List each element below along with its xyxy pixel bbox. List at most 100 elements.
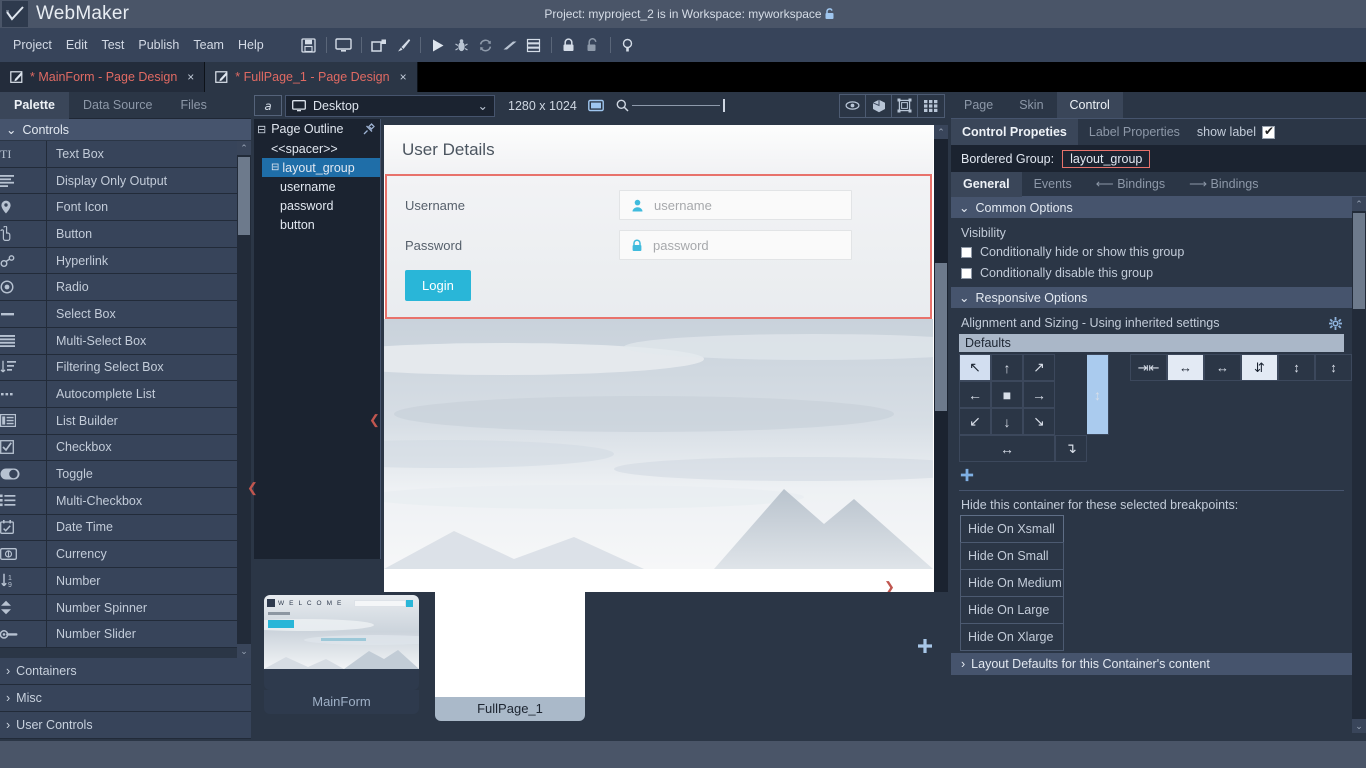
menu-team[interactable]: Team: [186, 34, 231, 56]
page-thumbnail-fullpage1[interactable]: FullPage_1: [435, 584, 585, 721]
orientation-icon[interactable]: [588, 99, 604, 112]
arrow-up-left-button[interactable]: ↖: [959, 354, 991, 381]
center-square-button[interactable]: ■: [991, 381, 1023, 408]
arrow-up-right-button[interactable]: ↗: [1023, 354, 1055, 381]
pin-icon[interactable]: [363, 123, 375, 135]
canvas-vertical-scrollbar[interactable]: ⌃ ⌄: [934, 125, 948, 659]
property-tab-outgoing-bindings[interactable]: ⟶ Bindings: [1177, 172, 1270, 197]
scrollbar-thumb[interactable]: [1353, 213, 1365, 309]
refresh-icon[interactable]: [474, 33, 498, 57]
show-label-checkbox[interactable]: [1262, 126, 1275, 139]
shrink-vertical-button[interactable]: ⇵: [1241, 354, 1278, 381]
username-input[interactable]: username: [619, 190, 852, 220]
section-responsive-options[interactable]: ⌄ Responsive Options: [951, 287, 1352, 308]
palette-item-currency[interactable]: Currency: [0, 541, 251, 568]
tab-palette[interactable]: Palette: [0, 92, 69, 119]
password-input[interactable]: password: [619, 230, 852, 260]
palette-item-hyperlink[interactable]: Hyperlink: [0, 248, 251, 275]
palette-item-select-box[interactable]: Select Box: [0, 301, 251, 328]
shrink-horizontal-button[interactable]: ⇥⇤: [1130, 354, 1167, 381]
palette-group-user-controls[interactable]: › User Controls: [0, 712, 251, 739]
palette-item-autocomplete-list[interactable]: Autocomplete List: [0, 381, 251, 408]
checkbox-icon[interactable]: [961, 268, 972, 279]
outline-node-layout_group[interactable]: ⊟layout_group: [262, 158, 380, 177]
property-scrollbar[interactable]: ⌃ ⌄: [1352, 197, 1366, 733]
add-breakpoint-icon[interactable]: [951, 462, 1352, 482]
windows-icon[interactable]: [367, 33, 391, 57]
zoom-slider-track[interactable]: [632, 105, 720, 106]
menu-project[interactable]: Project: [6, 34, 59, 56]
hide-breakpoint-xlarge[interactable]: Hide On Xlarge: [960, 623, 1064, 651]
section-layout-defaults[interactable]: › Layout Defaults for this Container's c…: [951, 653, 1352, 675]
property-tab-events[interactable]: Events: [1022, 172, 1084, 197]
palette-group-controls[interactable]: ⌄ Controls: [0, 119, 251, 141]
palette-item-button[interactable]: Button: [0, 221, 251, 248]
palette-item-display-only-output[interactable]: Display Only Output: [0, 168, 251, 195]
subtab-control-properties[interactable]: Control Propeties: [951, 119, 1078, 145]
menu-help[interactable]: Help: [231, 34, 271, 56]
arrow-down-button[interactable]: ↓: [991, 408, 1023, 435]
expand-vertical-button[interactable]: ↕: [1278, 354, 1315, 381]
palette-item-number-slider[interactable]: Number Slider: [0, 621, 251, 648]
login-button[interactable]: Login: [405, 270, 471, 301]
device-select[interactable]: Desktop ⌄: [285, 95, 495, 117]
menu-edit[interactable]: Edit: [59, 34, 95, 56]
close-icon[interactable]: ×: [187, 70, 194, 84]
zoom-slider-handle[interactable]: [723, 99, 725, 112]
lock-open-icon[interactable]: [581, 33, 605, 57]
palette-item-filtering-select-box[interactable]: Filtering Select Box: [0, 355, 251, 382]
property-tab-general[interactable]: General: [951, 172, 1022, 197]
palette-item-text-box[interactable]: TIText Box: [0, 141, 251, 168]
palette-item-multi-select-box[interactable]: Multi-Select Box: [0, 328, 251, 355]
debug-icon[interactable]: [450, 33, 474, 57]
layout-group-container[interactable]: Username username Password passwo: [385, 174, 932, 319]
option-conditionally-disable[interactable]: Conditionally disable this group: [961, 266, 1342, 280]
tab-skin[interactable]: Skin: [1006, 92, 1056, 118]
gear-icon[interactable]: [1329, 317, 1342, 330]
scrollbar-thumb[interactable]: [238, 157, 250, 235]
hide-breakpoint-small[interactable]: Hide On Small: [960, 542, 1064, 570]
edge-marker-palette[interactable]: ❮: [247, 480, 258, 496]
fit-vertical-button[interactable]: ↕: [1315, 354, 1352, 381]
property-tab-incoming-bindings[interactable]: ⟵ Bindings: [1084, 172, 1177, 197]
grid-icon[interactable]: [918, 95, 944, 117]
paintbrush-icon[interactable]: [391, 33, 415, 57]
monitor-icon[interactable]: [332, 33, 356, 57]
scroll-down-icon[interactable]: ⌄: [1352, 719, 1366, 733]
arrow-down-right-button[interactable]: ↘: [1023, 408, 1055, 435]
checkbox-icon[interactable]: [961, 247, 972, 258]
outline-node-button[interactable]: button: [262, 215, 380, 234]
document-tab-fullpage1[interactable]: * FullPage_1 - Page Design ×: [205, 62, 417, 92]
fill-horizontal-button[interactable]: ↔: [959, 435, 1055, 462]
run-icon[interactable]: [426, 33, 450, 57]
lightbulb-icon[interactable]: [616, 33, 640, 57]
section-common-options[interactable]: ⌄ Common Options: [951, 197, 1352, 218]
menu-test[interactable]: Test: [94, 34, 131, 56]
unlock-icon[interactable]: [823, 7, 837, 21]
bordered-group-value[interactable]: layout_group: [1062, 150, 1150, 168]
tab-files[interactable]: Files: [166, 92, 220, 119]
option-conditionally-hide[interactable]: Conditionally hide or show this group: [961, 245, 1342, 259]
controls-scrollbar[interactable]: ⌃ ⌄: [237, 141, 251, 658]
menu-publish[interactable]: Publish: [131, 34, 186, 56]
palette-item-radio[interactable]: Radio: [0, 274, 251, 301]
palette-group-misc[interactable]: › Misc: [0, 685, 251, 712]
palette-item-toggle[interactable]: Toggle: [0, 461, 251, 488]
wrap-down-button[interactable]: ↴: [1055, 435, 1087, 462]
page-thumbnail-mainform[interactable]: W E L C O M E MainForm: [264, 595, 419, 714]
magnifier-icon[interactable]: [616, 99, 629, 112]
stretch-vertical-button[interactable]: ↕: [1087, 354, 1109, 435]
tab-control[interactable]: Control: [1057, 92, 1123, 118]
hide-breakpoint-medium[interactable]: Hide On Medium: [960, 569, 1064, 597]
outline-node-username[interactable]: username: [262, 177, 380, 196]
arrow-left-button[interactable]: ←: [959, 381, 991, 408]
document-tab-mainform[interactable]: * MainForm - Page Design ×: [0, 62, 205, 92]
design-canvas[interactable]: User Details Username username Password: [384, 125, 947, 659]
tab-page[interactable]: Page: [951, 92, 1006, 118]
outline-node-spacer[interactable]: <<spacer>>: [262, 139, 380, 158]
cube-icon[interactable]: [866, 95, 892, 117]
arrow-down-left-button[interactable]: ↙: [959, 408, 991, 435]
arrow-right-button[interactable]: →: [1023, 381, 1055, 408]
outline-node-password[interactable]: password: [262, 196, 380, 215]
subtab-label-properties[interactable]: Label Properties: [1078, 119, 1191, 145]
